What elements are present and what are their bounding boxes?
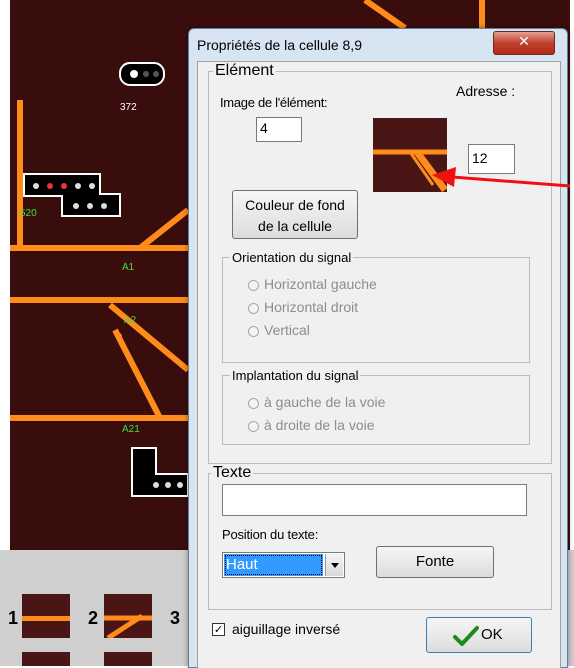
canvas-label-a2: A2 (124, 315, 137, 326)
palette-item-2[interactable] (104, 594, 152, 638)
implantation-group (222, 375, 530, 445)
canvas-label-520: 520 (20, 208, 37, 219)
inverted-switch-checkbox[interactable]: ✓ (212, 623, 225, 636)
radio-horizontal-gauche[interactable] (248, 280, 259, 291)
palette-item-row2-1[interactable] (22, 652, 70, 666)
close-button[interactable]: ✕ (493, 31, 555, 55)
canvas-label-a21: A21 (122, 424, 140, 435)
palette-number-1: 1 (8, 608, 19, 628)
checkbox-check-icon: ✓ (213, 623, 224, 636)
radio-vertical[interactable] (248, 326, 259, 337)
dropdown-arrow-button[interactable] (325, 554, 343, 576)
text-input[interactable] (222, 484, 527, 516)
canvas-label-a1: A1 (122, 262, 135, 273)
background-color-button[interactable]: Couleur de fond de la cellule (232, 190, 358, 239)
dialog-titlebar[interactable]: Propriétés de la cellule 8,9 ✕ (189, 29, 567, 61)
label-a-droite: à droite de la voie (264, 417, 375, 433)
implantation-group-legend: Implantation du signal (230, 368, 361, 383)
radio-a-gauche[interactable] (248, 398, 259, 409)
palette-number-3: 3 (170, 608, 181, 628)
radio-horizontal-droit[interactable] (248, 303, 259, 314)
label-vertical: Vertical (264, 322, 310, 338)
label-horizontal-droit: Horizontal droit (264, 299, 359, 315)
address-label: Adresse : (456, 83, 516, 99)
palette-item-row2-2[interactable] (104, 652, 152, 666)
label-a-gauche: à gauche de la voie (264, 394, 386, 410)
palette-item-1[interactable] (22, 594, 70, 638)
radio-a-droite[interactable] (248, 421, 259, 432)
ok-button-label: OK (481, 626, 503, 643)
inverted-switch-label: aiguillage inversé (232, 621, 341, 637)
chevron-down-icon (331, 563, 339, 568)
dialog-title: Propriétés de la cellule 8,9 (197, 37, 362, 53)
dialog-client-area: Elément Image de l'élément: 4 Adresse : … (197, 61, 561, 668)
orientation-group-legend: Orientation du signal (230, 250, 354, 265)
palette-number-2: 2 (88, 608, 99, 628)
font-button[interactable]: Fonte (376, 546, 494, 578)
ok-button[interactable]: OK (426, 617, 532, 653)
annotation-arrow (432, 167, 570, 188)
text-position-select[interactable]: Haut (222, 552, 345, 578)
element-group-legend: Elément (213, 62, 276, 80)
check-icon (453, 626, 479, 646)
text-position-label: Position du texte: (222, 527, 319, 542)
close-icon: ✕ (518, 34, 530, 50)
canvas-label-372: 372 (120, 102, 137, 113)
image-input[interactable]: 4 (256, 117, 302, 142)
text-group-legend: Texte (211, 464, 254, 482)
label-horizontal-gauche: Horizontal gauche (264, 276, 377, 292)
text-position-value: Haut (224, 554, 323, 576)
image-label: Image de l'élément: (220, 95, 328, 110)
background-color-button-line1: Couleur de fond (245, 197, 345, 213)
background-color-button-line2: de la cellule (258, 218, 332, 234)
cell-properties-dialog: Propriétés de la cellule 8,9 ✕ Elément I… (188, 28, 568, 668)
